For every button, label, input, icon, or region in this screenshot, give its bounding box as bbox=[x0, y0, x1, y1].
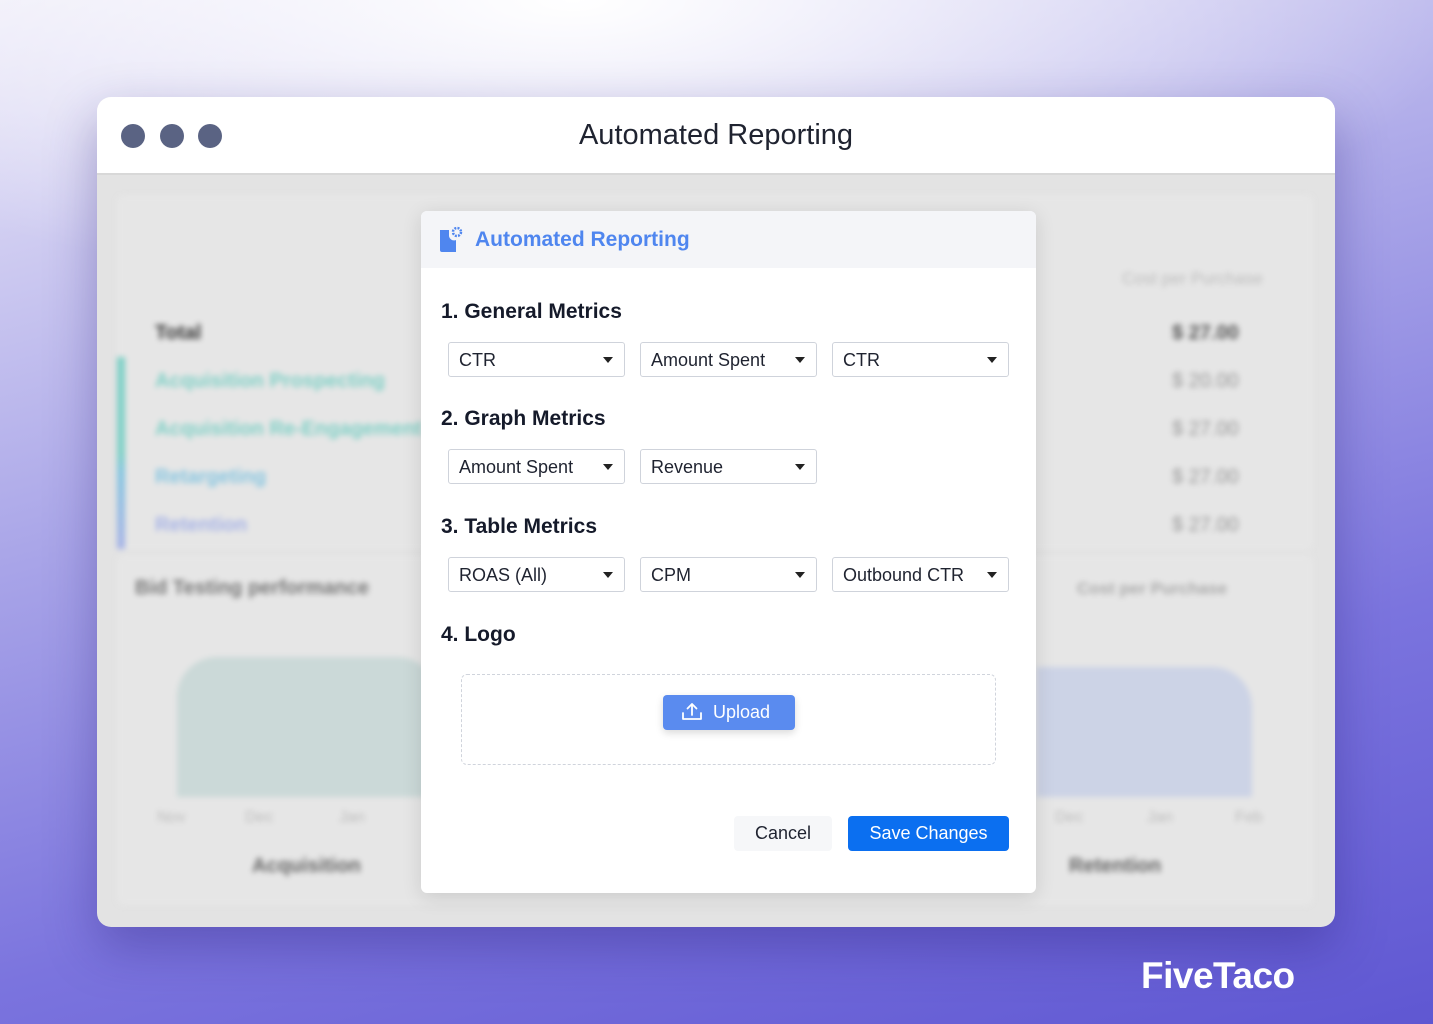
cancel-button[interactable]: Cancel bbox=[734, 816, 832, 851]
automated-reporting-modal: Automated Reporting 1. General Metrics C… bbox=[421, 211, 1036, 893]
table-metric-select-2[interactable]: CPM bbox=[640, 557, 817, 592]
graph-metric-select-2[interactable]: Revenue bbox=[640, 449, 817, 484]
bg-chart-caption: Acquisition bbox=[252, 855, 361, 877]
caret-down-icon bbox=[795, 464, 805, 470]
select-value: CPM bbox=[651, 565, 691, 585]
caret-down-icon bbox=[603, 572, 613, 578]
bg-row-label: Retention bbox=[155, 514, 248, 536]
caret-down-icon bbox=[795, 357, 805, 363]
bg-row-label: Acquisition Re-Engagement bbox=[155, 418, 422, 440]
graph-metric-select-1[interactable]: Amount Spent bbox=[448, 449, 625, 484]
brand-logo: FiveTaco bbox=[1141, 955, 1295, 996]
select-value: CTR bbox=[459, 350, 496, 370]
upload-label: Upload bbox=[713, 702, 771, 722]
bg-column-header: Cost per Purchase bbox=[1122, 269, 1263, 288]
bg-value: $ 27.00 bbox=[1172, 322, 1239, 344]
title-bar: Automated Reporting bbox=[97, 97, 1335, 175]
caret-down-icon bbox=[987, 357, 997, 363]
save-changes-button[interactable]: Save Changes bbox=[848, 816, 1009, 851]
section-heading: 3. Table Metrics bbox=[441, 515, 598, 538]
caret-down-icon bbox=[603, 464, 613, 470]
bg-axis-label: Dec bbox=[1055, 809, 1084, 826]
select-value: Outbound CTR bbox=[843, 565, 965, 585]
table-metric-select-3[interactable]: Outbound CTR bbox=[832, 557, 1009, 592]
section-heading: 2. Graph Metrics bbox=[441, 407, 606, 430]
bg-row-label: Total bbox=[155, 322, 202, 344]
general-metric-select-2[interactable]: Amount Spent bbox=[640, 342, 817, 377]
select-value: Amount Spent bbox=[459, 457, 574, 477]
modal-header: Automated Reporting bbox=[421, 211, 1036, 268]
bg-chart-dropdown: Cost per Purchase bbox=[1077, 579, 1228, 598]
upload-icon bbox=[682, 703, 702, 720]
bg-axis-label: Dec bbox=[245, 809, 274, 826]
modal-title: Automated Reporting bbox=[475, 228, 690, 251]
bg-axis-label: Nov bbox=[157, 809, 186, 826]
upload-button[interactable]: Upload bbox=[663, 695, 795, 730]
select-value: Revenue bbox=[651, 457, 724, 477]
bg-value: $ 20.00 bbox=[1172, 370, 1239, 392]
bg-chart-title: Bid Testing performance bbox=[135, 577, 370, 599]
bg-row-label: Acquisition Prospecting bbox=[155, 370, 386, 392]
bg-value: $ 27.00 bbox=[1172, 514, 1239, 536]
section-heading: 4. Logo bbox=[441, 623, 516, 646]
caret-down-icon bbox=[987, 572, 997, 578]
bg-axis-label: Jan bbox=[1147, 809, 1173, 826]
bg-axis-label: Jan bbox=[339, 809, 365, 826]
bg-chart-caption: Retention bbox=[1069, 855, 1162, 877]
bg-value: $ 27.00 bbox=[1172, 466, 1239, 488]
select-value: CTR bbox=[843, 350, 880, 370]
window-title: Automated Reporting bbox=[578, 119, 854, 151]
bg-row-label: Retargeting bbox=[155, 466, 267, 488]
bg-value: $ 27.00 bbox=[1172, 418, 1239, 440]
general-metric-select-1[interactable]: CTR bbox=[448, 342, 625, 377]
table-metric-select-1[interactable]: ROAS (All) bbox=[448, 557, 625, 592]
general-metric-select-3[interactable]: CTR bbox=[832, 342, 1009, 377]
caret-down-icon bbox=[795, 572, 805, 578]
select-value: Amount Spent bbox=[651, 350, 766, 370]
section-heading: 1. General Metrics bbox=[441, 300, 622, 323]
select-value: ROAS (All) bbox=[459, 565, 548, 585]
bg-axis-label: Feb bbox=[1235, 809, 1263, 826]
report-settings-icon bbox=[440, 226, 463, 252]
caret-down-icon bbox=[603, 357, 613, 363]
